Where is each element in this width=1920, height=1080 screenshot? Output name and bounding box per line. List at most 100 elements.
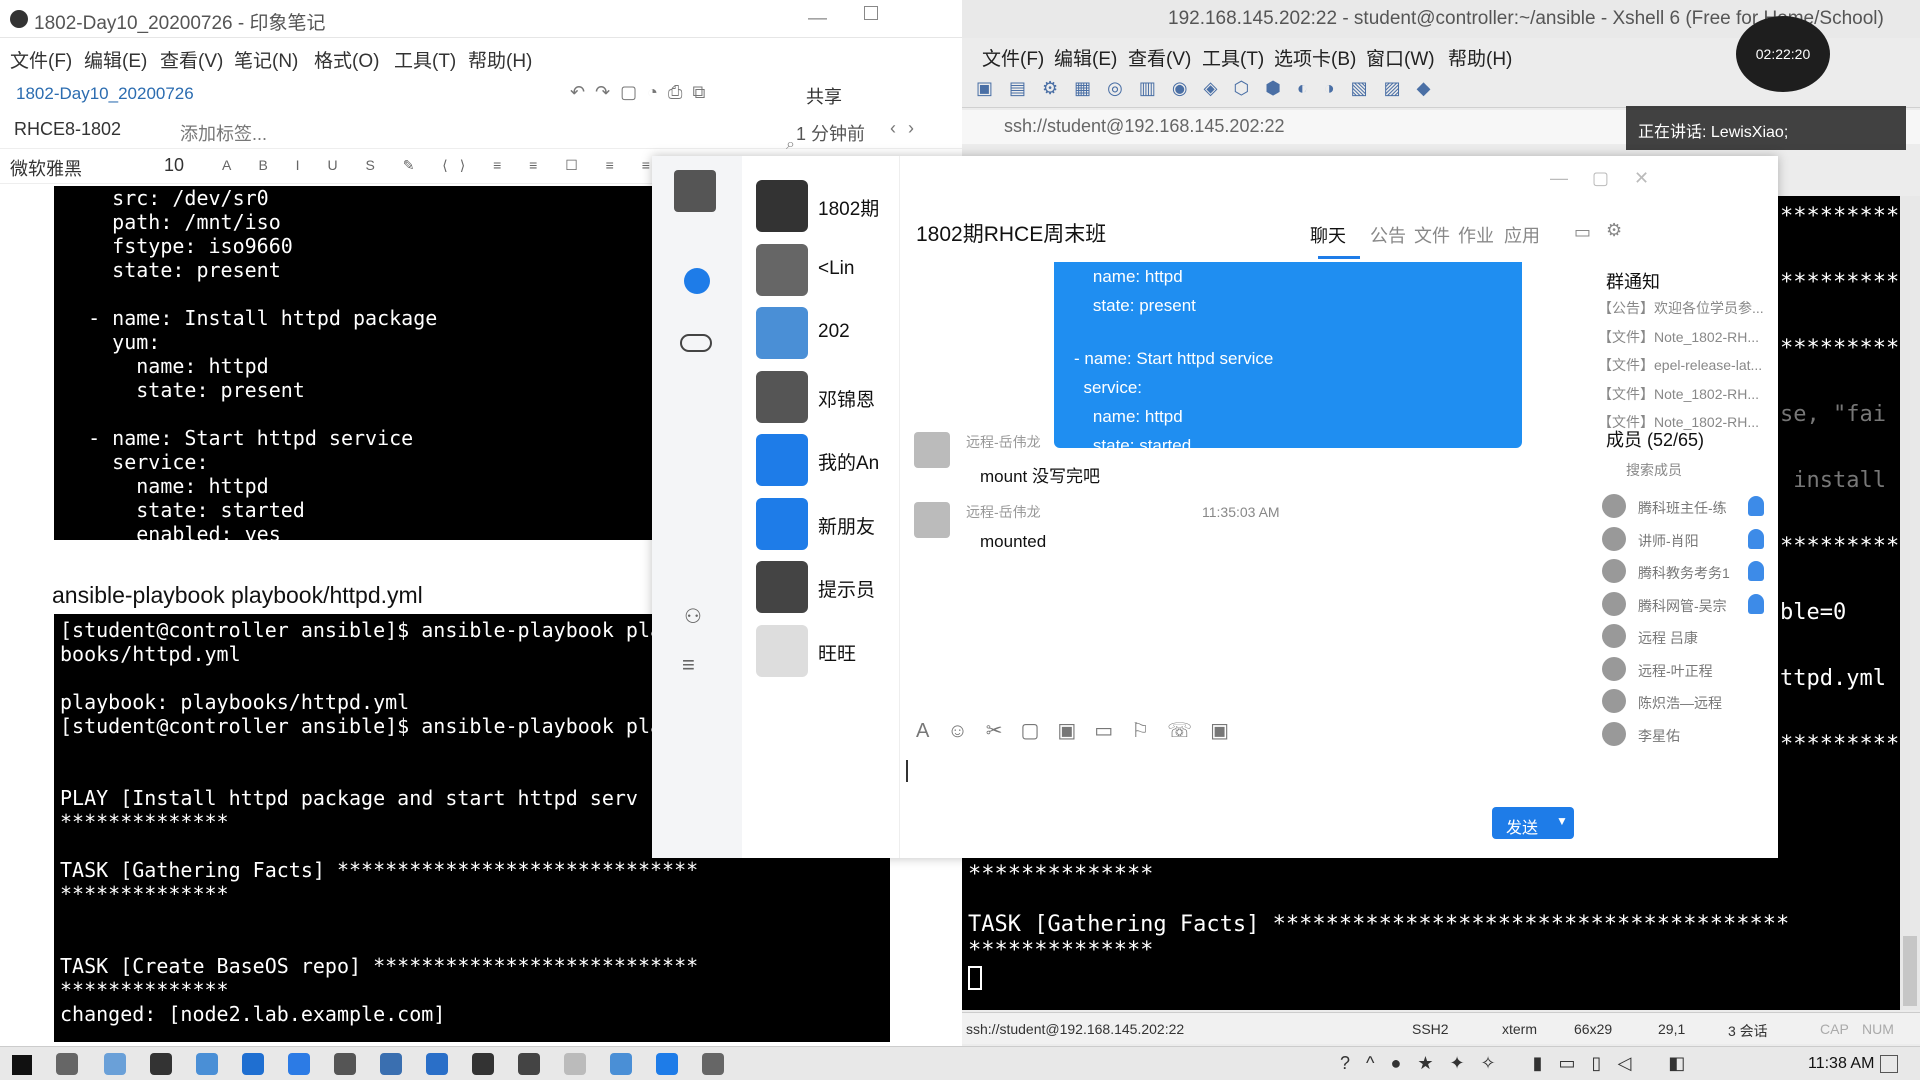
tab-notice[interactable]: 公告 xyxy=(1370,222,1406,248)
notice-item[interactable]: 【文件】Note_1802-RH... xyxy=(1598,384,1772,404)
member-item[interactable]: 李星佑 xyxy=(1602,721,1772,748)
app-icon[interactable] xyxy=(564,1053,586,1075)
app-icon[interactable] xyxy=(150,1053,172,1075)
taskbar-clock[interactable]: 11:38 AM xyxy=(1808,1055,1874,1073)
tab-apps[interactable]: 应用 xyxy=(1504,222,1540,248)
app-icon[interactable] xyxy=(610,1053,632,1075)
font-family-select[interactable]: 微软雅黑 xyxy=(10,155,82,181)
member-item[interactable]: 陈炽浩—远程 xyxy=(1602,689,1772,715)
note-toolbar-icons[interactable]: ↶↷▢◔⎙⧉ xyxy=(570,82,715,103)
xs-menu-tools[interactable]: 工具(T) xyxy=(1202,44,1264,71)
contacts-icon[interactable]: ⚇ xyxy=(684,604,702,629)
share-button[interactable]: 共享 xyxy=(806,83,842,109)
add-tag-field[interactable]: 添加标签... xyxy=(180,120,267,146)
conversation-item[interactable]: 邓锦恩 xyxy=(756,370,900,431)
maximize-icon[interactable] xyxy=(864,6,878,20)
xs-menu-file[interactable]: 文件(F) xyxy=(982,44,1044,71)
app-icon[interactable] xyxy=(518,1053,540,1075)
sender-name[interactable]: 远程-岳伟龙 xyxy=(966,502,1041,522)
history-nav-icons[interactable]: ‹› xyxy=(890,118,926,139)
conversation-item[interactable]: 1802期 xyxy=(756,180,900,240)
user-avatar[interactable] xyxy=(674,170,716,212)
tab-homework[interactable]: 作业 xyxy=(1458,222,1494,248)
menu-tools[interactable]: 工具(T) xyxy=(394,46,456,73)
notice-item[interactable]: 【文件】Note_1802-RH... xyxy=(1598,327,1772,347)
notice-item[interactable]: 【公告】欢迎各位学员参... xyxy=(1598,298,1772,318)
sender-avatar[interactable] xyxy=(914,432,950,468)
conversation-item[interactable]: 新朋友 xyxy=(756,497,900,558)
app-icon[interactable] xyxy=(380,1053,402,1075)
gear-icon[interactable]: ⚙ xyxy=(1606,220,1622,241)
conversation-item[interactable]: 202 xyxy=(756,307,900,367)
xs-menu-tabs[interactable]: 选项卡(B) xyxy=(1274,44,1356,71)
member-search-input[interactable]: 搜索成员 xyxy=(1626,460,1682,480)
menu-icon[interactable]: ≡ xyxy=(682,652,695,678)
evernote-taskbar-icon[interactable] xyxy=(472,1053,494,1075)
menu-view[interactable]: 查看(V) xyxy=(160,46,223,73)
notice-item[interactable]: 【文件】epel-release-lat... xyxy=(1598,355,1772,375)
conversation-avatar xyxy=(756,243,808,296)
chat-close-icon[interactable]: ✕ xyxy=(1634,168,1649,189)
send-label: 发送 xyxy=(1506,820,1539,837)
notification-icon[interactable] xyxy=(1880,1055,1898,1073)
menu-file[interactable]: 文件(F) xyxy=(10,46,72,73)
edited-time: 1 分钟前 xyxy=(796,124,866,144)
app-icon[interactable] xyxy=(702,1053,724,1075)
code-line: state: started xyxy=(64,498,305,522)
member-item[interactable]: 远程-叶正程 xyxy=(1602,656,1772,683)
member-name: 腾科网管-吴宗 xyxy=(1638,597,1727,614)
app-icon[interactable] xyxy=(334,1053,356,1075)
chevron-down-icon[interactable]: ▼ xyxy=(1556,814,1568,828)
minimize-icon[interactable]: — xyxy=(808,8,827,30)
sender-avatar[interactable] xyxy=(914,502,950,538)
app-icon[interactable] xyxy=(656,1053,678,1075)
member-item[interactable]: 腾科教务考务1 xyxy=(1602,559,1772,585)
message-input-caret[interactable] xyxy=(906,760,908,782)
xs-menu-edit[interactable]: 编辑(E) xyxy=(1054,44,1117,71)
member-item[interactable]: 远程 吕康 xyxy=(1602,624,1772,650)
xs-menu-view[interactable]: 查看(V) xyxy=(1128,44,1191,71)
sender-name[interactable]: 远程-岳伟龙 xyxy=(966,432,1041,452)
member-item[interactable]: 腾科班主任-练 xyxy=(1602,494,1772,520)
menu-edit[interactable]: 编辑(E) xyxy=(84,46,147,73)
windows-start-icon[interactable] xyxy=(12,1055,32,1075)
xs-menu-help[interactable]: 帮助(H) xyxy=(1448,44,1512,71)
member-item[interactable]: 讲师-肖阳 xyxy=(1602,526,1772,553)
xs-menu-window[interactable]: 窗口(W) xyxy=(1366,44,1435,71)
tab-chat[interactable]: 聊天 xyxy=(1310,222,1346,248)
conversation-item[interactable]: 旺旺 xyxy=(756,624,900,685)
file-explorer-icon[interactable] xyxy=(104,1053,126,1075)
notebook-selector[interactable]: RHCE8-1802 xyxy=(14,119,121,140)
app-icon[interactable] xyxy=(288,1053,310,1075)
screen-share-icon[interactable]: ▭ xyxy=(1574,222,1591,243)
menu-note[interactable]: 笔记(N) xyxy=(234,46,298,73)
search-icon[interactable]: ⌕ xyxy=(786,136,795,154)
ssh-address[interactable]: ssh://student@192.168.145.202:22 xyxy=(1004,116,1285,137)
terminal-scrollbar[interactable] xyxy=(1900,196,1920,1010)
note-title[interactable]: 1802-Day10_20200726 xyxy=(16,84,194,104)
conversation-item[interactable]: 提示员 xyxy=(756,561,900,621)
xshell-taskbar-icon[interactable] xyxy=(426,1053,448,1075)
chat-bubble-icon[interactable] xyxy=(684,268,710,294)
app-icon[interactable] xyxy=(196,1053,218,1075)
send-button[interactable]: 发送 ▼ xyxy=(1492,807,1574,839)
member-item[interactable]: 腾科网管-吴宗 xyxy=(1602,591,1772,618)
chat-maximize-icon[interactable]: ▢ xyxy=(1592,168,1609,189)
tab-files[interactable]: 文件 xyxy=(1414,222,1450,248)
task-view-icon[interactable] xyxy=(56,1053,78,1075)
system-tray-icons[interactable]: ?^●★✦✧ ▮▭▯◁ ◧ xyxy=(1340,1053,1701,1074)
meeting-timer[interactable]: 02:22:20 xyxy=(1736,16,1830,92)
format-buttons[interactable]: A B I U S ✎ ⟨⟩ ≡ ≡ ☐ ≡ ≡ ≡ xyxy=(222,157,698,174)
scrollbar-thumb[interactable] xyxy=(1903,936,1917,1006)
font-size-select[interactable]: 10 xyxy=(164,155,184,176)
cloud-icon[interactable] xyxy=(680,334,712,352)
menu-help[interactable]: 帮助(H) xyxy=(468,46,532,73)
conversation-item[interactable]: 我的An xyxy=(756,434,900,494)
conversation-name: 我的An xyxy=(818,453,880,474)
edge-icon[interactable] xyxy=(242,1053,264,1075)
input-toolbar[interactable]: A☺✂▢▣▭⚐☏▣ xyxy=(916,718,1247,743)
notice-header[interactable]: 群通知 xyxy=(1606,268,1660,294)
menu-format[interactable]: 格式(O) xyxy=(314,46,379,73)
conversation-item[interactable]: <Lin xyxy=(756,243,900,304)
chat-minimize-icon[interactable]: — xyxy=(1550,168,1568,189)
